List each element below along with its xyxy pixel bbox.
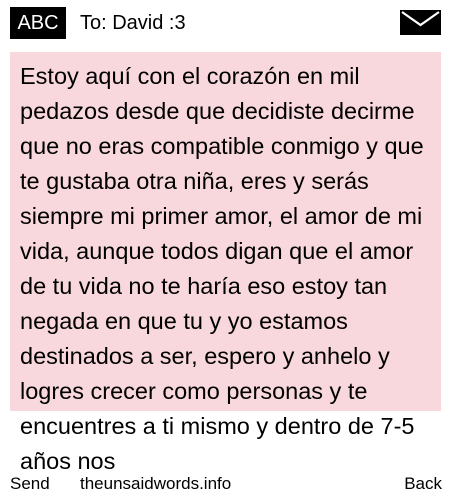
softkey-bar: Send theunsaidwords.info Back bbox=[0, 472, 450, 500]
message-area[interactable]: Estoy aquí con el corazón en mil pedazos… bbox=[10, 52, 441, 500]
message-body[interactable]: Estoy aquí con el corazón en mil pedazos… bbox=[20, 59, 441, 479]
site-watermark: theunsaidwords.info bbox=[80, 474, 232, 493]
header: ABC To: David :3 bbox=[0, 0, 450, 50]
recipient-label: To: David :3 bbox=[80, 12, 186, 34]
send-softkey[interactable]: Send bbox=[10, 472, 50, 496]
input-mode-indicator[interactable]: ABC bbox=[10, 7, 66, 39]
envelope-icon bbox=[400, 10, 441, 35]
back-softkey[interactable]: Back bbox=[404, 472, 442, 496]
